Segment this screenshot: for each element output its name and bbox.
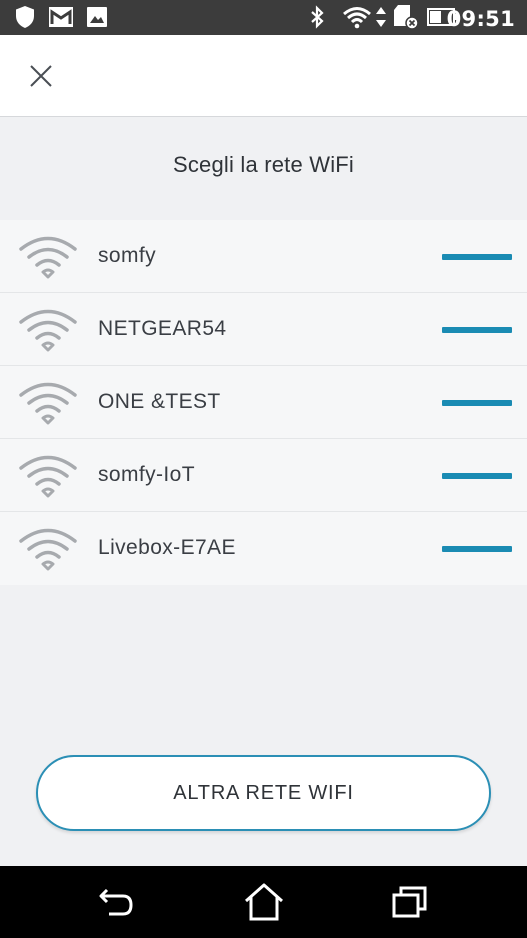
- back-icon: [99, 888, 133, 916]
- wifi-signal-icon: [19, 236, 77, 279]
- home-icon: [245, 883, 283, 921]
- page-title: Scegli la rete WiFi: [172, 152, 355, 177]
- wifi-network-name: ONE &TEST: [98, 390, 221, 413]
- wifi-network-row[interactable]: ONE &TEST: [0, 366, 527, 439]
- signal-bar: [442, 546, 512, 552]
- signal-bar: [442, 473, 512, 479]
- navigation-bar: [0, 866, 527, 938]
- signal-bar: [442, 254, 512, 260]
- gmail-icon: [48, 5, 74, 29]
- wifi-network-name: somfy: [98, 244, 157, 267]
- wifi-icon: [342, 5, 372, 29]
- other-wifi-network-button[interactable]: ALTRA RETE WIFI: [36, 755, 491, 831]
- shield-icon: [14, 5, 36, 29]
- wifi-signal-icon: [19, 309, 77, 352]
- data-arrows-icon: [374, 5, 388, 29]
- wifi-network-name: Livebox-E7AE: [98, 536, 236, 559]
- close-icon: [30, 65, 52, 87]
- image-icon: [86, 5, 108, 29]
- bluetooth-icon: [309, 5, 325, 29]
- wifi-network-row[interactable]: somfy-IoT: [0, 439, 527, 512]
- wifi-signal-icon: [19, 382, 77, 425]
- signal-bar: [442, 327, 512, 333]
- wifi-network-name: NETGEAR54: [98, 317, 227, 340]
- sd-card-icon: [392, 5, 420, 30]
- close-button[interactable]: [22, 57, 60, 95]
- app-header: [0, 35, 527, 117]
- recents-icon: [392, 886, 427, 918]
- wifi-network-name: somfy-IoT: [98, 463, 195, 486]
- status-bar: 09:51: [0, 0, 527, 35]
- wifi-network-list: somfy NETGEAR54 ONE &TEST somfy-IoT Live…: [0, 220, 527, 585]
- wifi-network-row[interactable]: somfy: [0, 220, 527, 293]
- back-button[interactable]: [95, 880, 139, 924]
- wifi-signal-icon: [19, 528, 77, 571]
- wifi-network-row[interactable]: Livebox-E7AE: [0, 512, 527, 585]
- wifi-signal-icon: [19, 455, 77, 498]
- wifi-network-row[interactable]: NETGEAR54: [0, 293, 527, 366]
- signal-bar: [442, 400, 512, 406]
- status-time: 09:51: [446, 7, 515, 31]
- home-button[interactable]: [242, 880, 286, 924]
- recents-button[interactable]: [388, 880, 432, 924]
